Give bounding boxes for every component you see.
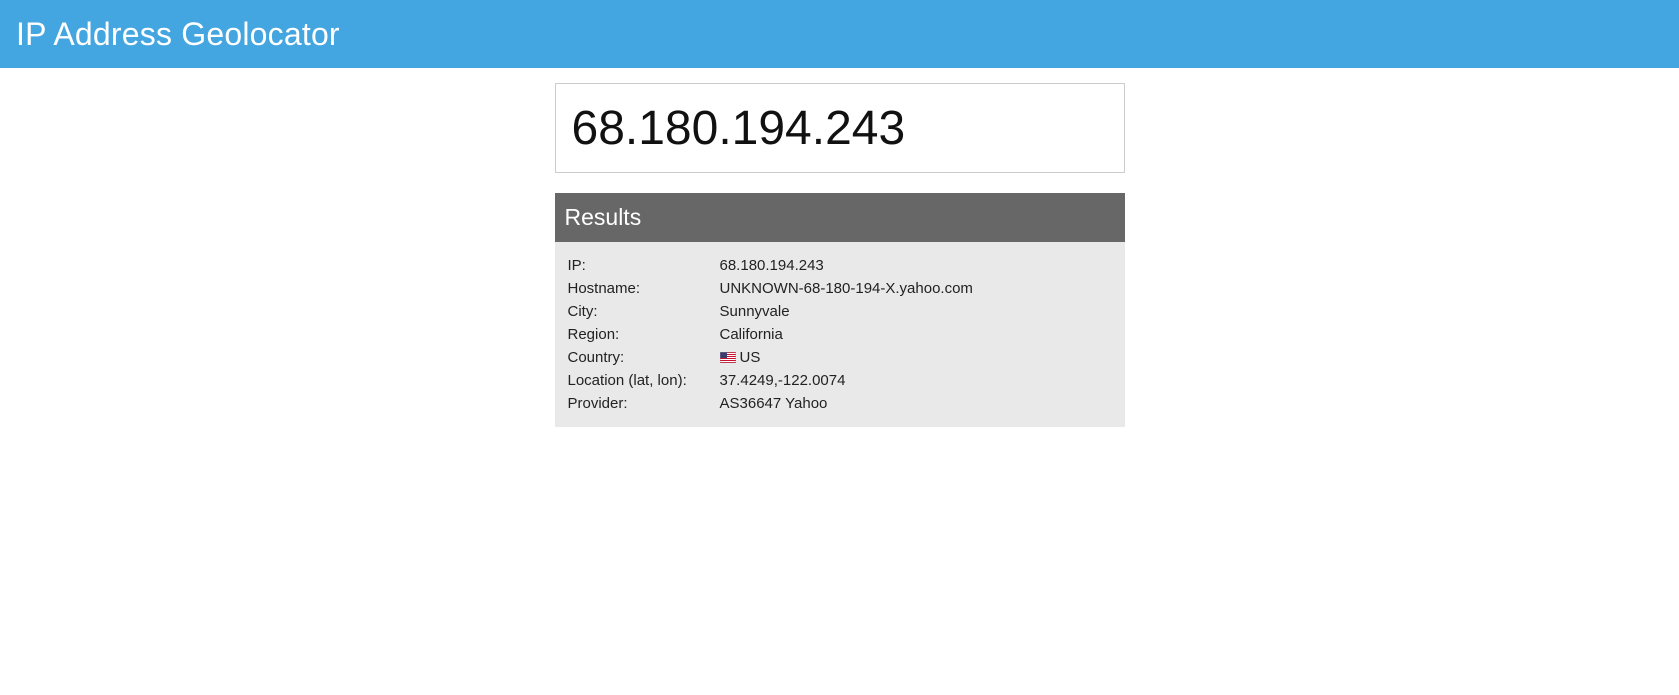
result-value: Sunnyvale — [719, 303, 790, 320]
result-row-country: Country: US — [568, 346, 973, 369]
us-flag-icon — [719, 352, 736, 363]
result-value: AS36647 Yahoo — [719, 395, 828, 412]
result-label: City: — [567, 303, 598, 320]
result-value: 37.4249,-122.0074 — [719, 372, 846, 389]
results-title: Results — [564, 204, 642, 230]
result-value: California — [719, 326, 783, 343]
result-value: 68.180.194.243 — [719, 257, 824, 274]
result-label: Region: — [567, 326, 620, 343]
result-value: UNKNOWN-68-180-194-X.yahoo.com — [719, 280, 973, 297]
app-header: IP Address Geolocator — [0, 0, 1679, 68]
results-table: IP: 68.180.194.243 Hostname: UNKNOWN-68-… — [568, 254, 973, 415]
results-body: IP: 68.180.194.243 Hostname: UNKNOWN-68-… — [554, 242, 1125, 427]
results-header: Results — [554, 193, 1125, 242]
result-row-location: Location (lat, lon): 37.4249,-122.0074 — [568, 369, 973, 392]
result-label: IP: — [567, 257, 586, 274]
results-panel: Results IP: 68.180.194.243 Hostname: UNK… — [554, 193, 1125, 427]
result-label: Location (lat, lon): — [567, 372, 687, 389]
result-label: Provider: — [567, 395, 628, 412]
main-content: Results IP: 68.180.194.243 Hostname: UNK… — [554, 83, 1125, 427]
result-label: Country: — [567, 349, 625, 366]
result-row-region: Region: California — [568, 323, 973, 346]
result-label: Hostname: — [567, 280, 641, 297]
result-row-provider: Provider: AS36647 Yahoo — [568, 392, 973, 415]
app-title: IP Address Geolocator — [16, 15, 340, 52]
result-row-hostname: Hostname: UNKNOWN-68-180-194-X.yahoo.com — [568, 277, 973, 300]
ip-address-input[interactable] — [554, 83, 1125, 173]
result-row-ip: IP: 68.180.194.243 — [568, 254, 973, 277]
result-value: US — [739, 349, 761, 366]
result-row-city: City: Sunnyvale — [568, 300, 973, 323]
